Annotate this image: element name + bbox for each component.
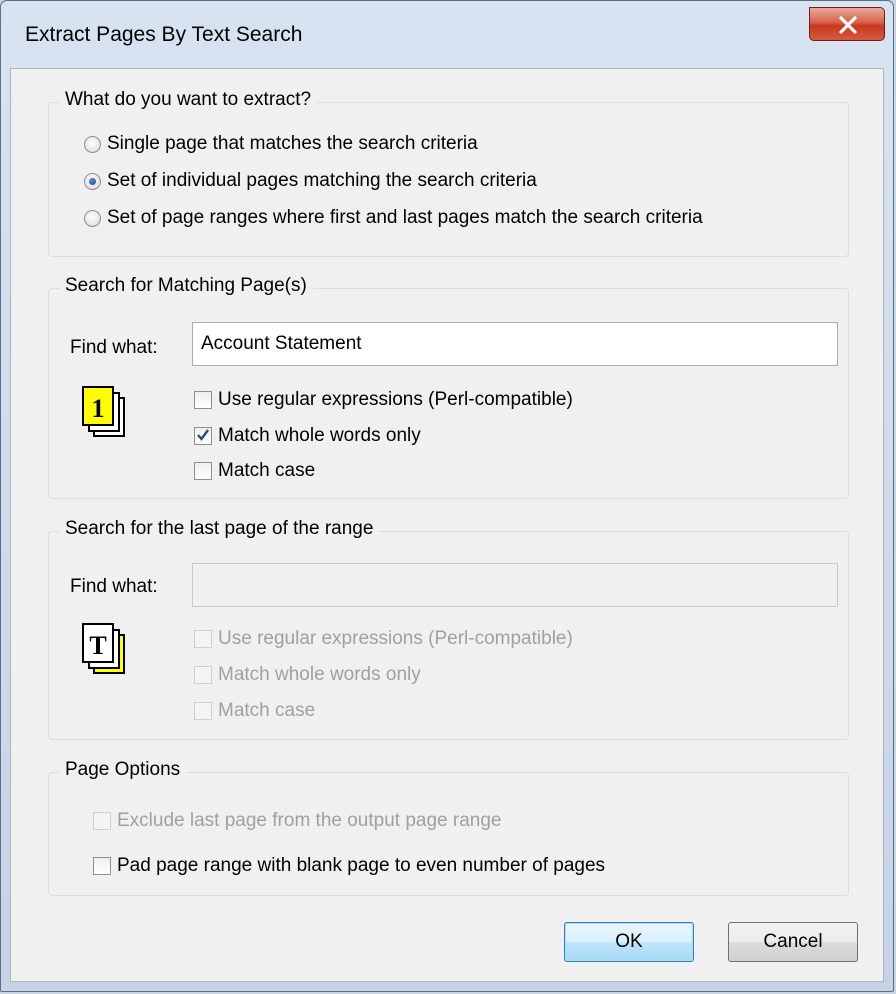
- regex-checkbox[interactable]: Use regular expressions (Perl-compatible…: [194, 386, 573, 414]
- pad-blank-page-checkbox[interactable]: Pad page range with blank page to even n…: [93, 852, 605, 880]
- matching-page-icon: 1: [82, 386, 125, 437]
- last-whole-words-checkbox[interactable]: Match whole words only: [194, 661, 421, 689]
- exclude-last-page-checkbox[interactable]: Exclude last page from the output page r…: [93, 807, 501, 835]
- match-group-legend: Search for Matching Page(s): [59, 275, 313, 297]
- checkbox-label: Pad page range with blank page to even n…: [117, 855, 606, 876]
- page-icon-glyph: 1: [92, 394, 105, 423]
- radio-label: Set of page ranges where first and last …: [107, 207, 703, 228]
- checkbox-label: Exclude last page from the output page r…: [117, 810, 502, 831]
- ok-button[interactable]: OK: [564, 922, 694, 962]
- checkbox-label: Match whole words only: [218, 425, 421, 446]
- last-match-case-checkbox[interactable]: Match case: [194, 697, 315, 725]
- extract-group: What do you want to extract? Single page…: [48, 89, 849, 257]
- dialog-body: What do you want to extract? Single page…: [10, 68, 884, 982]
- radio-label: Set of individual pages matching the sea…: [107, 170, 537, 191]
- last-page-group-legend: Search for the last page of the range: [59, 518, 380, 540]
- last-find-what-label: Find what:: [70, 576, 158, 597]
- extract-group-legend: What do you want to extract?: [59, 89, 318, 111]
- checkbox-label: Use regular expressions (Perl-compatible…: [218, 628, 573, 649]
- checkbox-label: Match whole words only: [218, 664, 421, 685]
- checkbox-box[interactable]: [194, 391, 212, 409]
- last-regex-checkbox[interactable]: Use regular expressions (Perl-compatible…: [194, 625, 573, 653]
- last-find-what-input[interactable]: [192, 563, 838, 607]
- match-case-checkbox[interactable]: Match case: [194, 457, 315, 485]
- checkbox-box[interactable]: [93, 812, 111, 830]
- page-options-legend: Page Options: [59, 759, 187, 781]
- radio-label: Single page that matches the search crit…: [107, 133, 478, 154]
- page-icon-glyph: T: [89, 631, 106, 660]
- radio-button[interactable]: [84, 172, 101, 190]
- find-what-label: Find what:: [70, 337, 158, 358]
- close-icon: [839, 16, 857, 34]
- checkbox-box[interactable]: [194, 630, 212, 648]
- radio-single-page[interactable]: Single page that matches the search crit…: [84, 130, 478, 158]
- close-button[interactable]: [809, 7, 885, 41]
- match-group: Search for Matching Page(s) Find what: 1…: [48, 275, 849, 499]
- page-options-group: Page Options Exclude last page from the …: [48, 759, 849, 896]
- dialog-window: Extract Pages By Text Search What do you…: [0, 0, 894, 992]
- radio-button[interactable]: [84, 209, 101, 227]
- radio-page-ranges[interactable]: Set of page ranges where first and last …: [84, 204, 703, 232]
- checkbox-label: Match case: [218, 460, 316, 481]
- checkbox-box[interactable]: [194, 427, 212, 445]
- last-page-icon: T: [82, 623, 125, 674]
- checkbox-box[interactable]: [194, 666, 212, 684]
- title-bar[interactable]: Extract Pages By Text Search: [1, 1, 893, 67]
- radio-button[interactable]: [84, 135, 101, 153]
- whole-words-checkbox[interactable]: Match whole words only: [194, 422, 421, 450]
- checkbox-box[interactable]: [93, 857, 111, 875]
- cancel-button[interactable]: Cancel: [728, 922, 858, 962]
- checkmark-icon: [197, 429, 209, 441]
- checkbox-label: Use regular expressions (Perl-compatible…: [218, 389, 573, 410]
- checkbox-box[interactable]: [194, 462, 212, 480]
- find-what-input[interactable]: [192, 322, 838, 366]
- dialog-title: Extract Pages By Text Search: [25, 23, 303, 46]
- checkbox-label: Match case: [218, 700, 316, 721]
- last-page-group: Search for the last page of the range Fi…: [48, 518, 849, 740]
- checkbox-box[interactable]: [194, 702, 212, 720]
- radio-individual-pages[interactable]: Set of individual pages matching the sea…: [84, 167, 537, 195]
